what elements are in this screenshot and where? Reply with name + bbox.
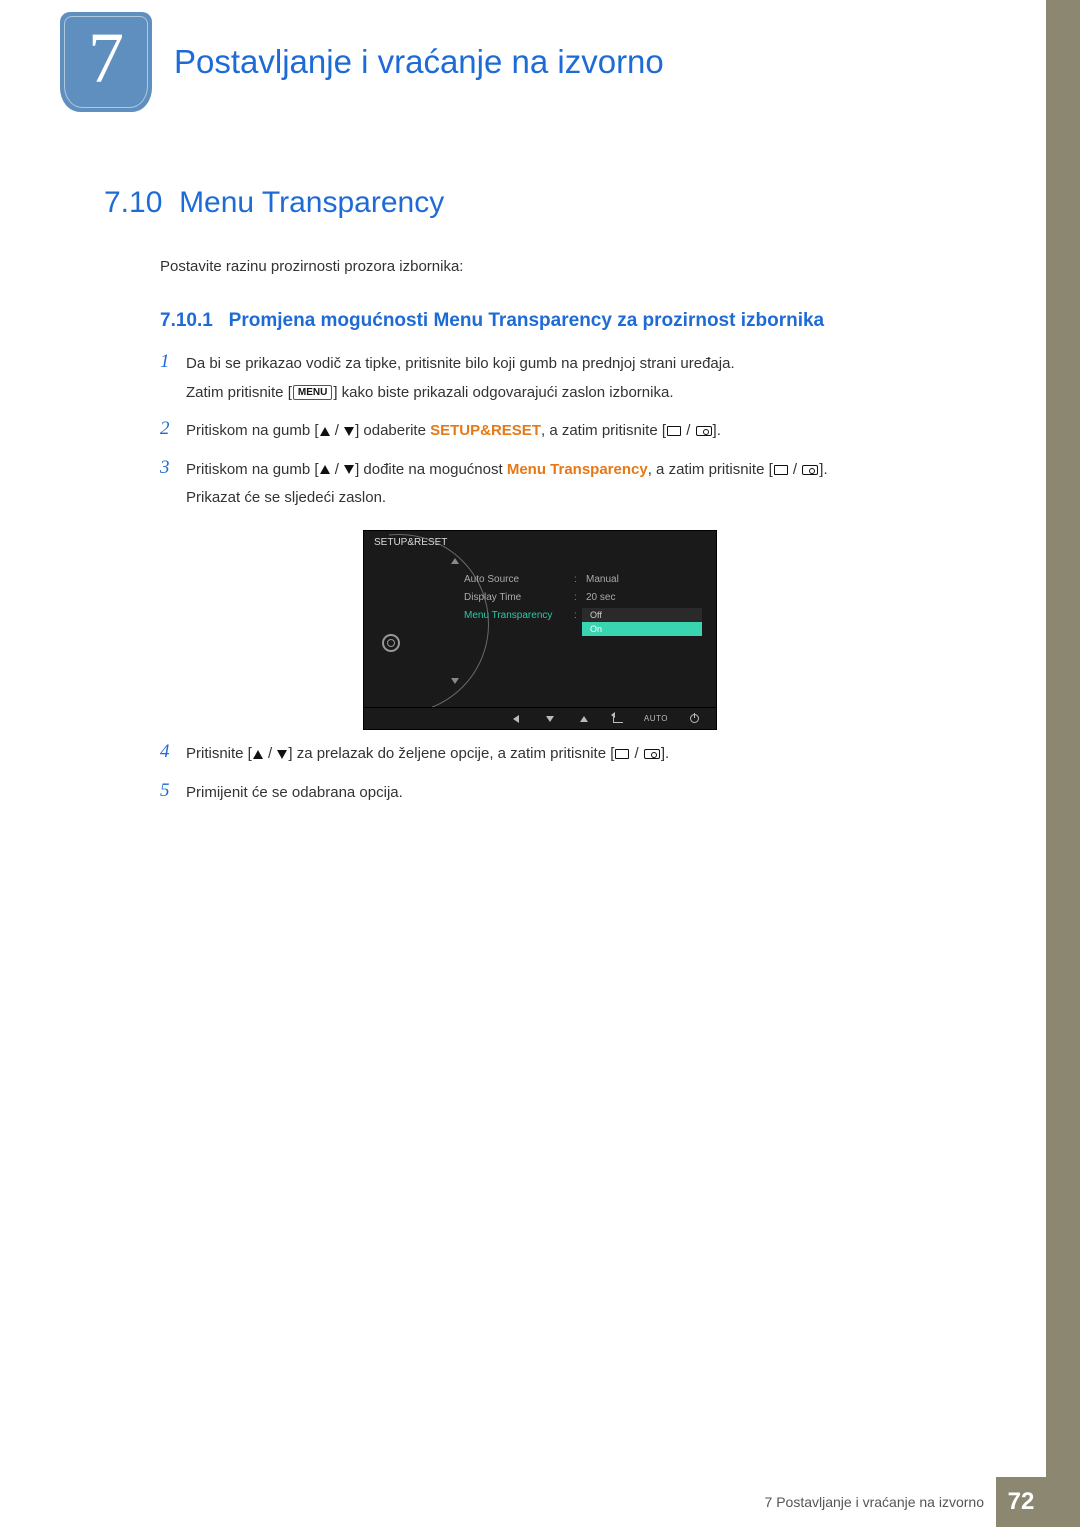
step1-line1: Da bi se prikazao vodič za tipke, pritis… — [186, 355, 735, 372]
intro-text: Postavite razinu prozirnosti prozora izb… — [160, 258, 463, 275]
step4-pre: Pritisnite [ — [186, 745, 252, 762]
osd-nav-down-icon — [451, 678, 459, 684]
up-arrow-icon — [320, 427, 330, 436]
power-icon — [686, 714, 702, 724]
step2-mid: ] odaberite — [355, 422, 430, 439]
step-4: 4 Pritisnite [ / ] za prelazak do željen… — [160, 740, 960, 769]
osd-body: Auto Source : Manual Display Time : 20 s… — [364, 552, 716, 702]
down-arrow-icon — [277, 750, 287, 759]
footer-chapter-ref: 7 Postavljanje i vraćanje na izvorno — [765, 1494, 984, 1510]
source-icon — [644, 749, 660, 759]
osd-footer: AUTO — [364, 707, 716, 729]
up-arrow-icon — [253, 750, 263, 759]
step1-line2-pre: Zatim pritisnite [ — [186, 384, 292, 401]
osd-dropdown: Off On — [582, 608, 702, 636]
page-footer: 7 Postavljanje i vraćanje na izvorno 72 — [0, 1477, 1046, 1527]
up-arrow-icon — [320, 465, 330, 474]
step2-pre: Pritiskom na gumb [ — [186, 422, 319, 439]
section-heading: 7.10 Menu Transparency — [104, 186, 444, 220]
chapter-title: Postavljanje i vraćanje na izvorno — [174, 43, 664, 81]
chapter-header: 7 Postavljanje i vraćanje na izvorno — [60, 12, 664, 112]
step3-mid: ] dođite na mogućnost — [355, 461, 507, 478]
step3-bold: Menu Transparency — [507, 461, 648, 478]
gear-icon — [382, 634, 400, 652]
display-icon — [774, 465, 788, 475]
steps-list-part1: 1 Da bi se prikazao vodič za tipke, prit… — [160, 350, 960, 523]
step2-post: , a zatim pritisnite [ — [541, 422, 666, 439]
osd-label: Menu Transparency — [464, 610, 574, 621]
step3-post: , a zatim pritisnite [ — [648, 461, 773, 478]
osd-auto-label: AUTO — [644, 714, 668, 723]
section-number: 7.10 — [104, 186, 162, 219]
osd-option-on: On — [582, 622, 702, 636]
display-icon — [615, 749, 629, 759]
osd-label: Auto Source — [464, 574, 574, 585]
step2-bold: SETUP&RESET — [430, 422, 541, 439]
step4-mid: ] za prelazak do željene opcije, a zatim… — [288, 745, 614, 762]
section-title: Menu Transparency — [179, 186, 444, 219]
osd-value: 20 sec — [586, 592, 615, 603]
osd-label: Display Time — [464, 592, 574, 603]
footer-page-number: 72 — [996, 1477, 1046, 1527]
source-icon — [802, 465, 818, 475]
osd-nav-up-icon — [451, 558, 459, 564]
step-5: 5 Primijenit će se odabrana opcija. — [160, 779, 960, 808]
step-3: 3 Pritiskom na gumb [ / ] dođite na mogu… — [160, 456, 960, 513]
osd-arc-decoration — [309, 534, 489, 714]
osd-value: Manual — [586, 574, 619, 585]
step-2: 2 Pritiskom na gumb [ / ] odaberite SETU… — [160, 417, 960, 446]
osd-row-auto-source: Auto Source : Manual — [464, 574, 704, 585]
subsection-heading: 7.10.1 Promjena mogućnosti Menu Transpar… — [160, 310, 824, 332]
step2-end: ]. — [713, 422, 721, 439]
osd-up-icon — [576, 714, 592, 724]
source-icon — [696, 426, 712, 436]
down-arrow-icon — [344, 465, 354, 474]
subsection-title: Promjena mogućnosti Menu Transparency za… — [229, 310, 824, 331]
osd-row-display-time: Display Time : 20 sec — [464, 592, 704, 603]
side-accent-bar — [1046, 0, 1080, 1527]
step3-pre: Pritiskom na gumb [ — [186, 461, 319, 478]
step-1: 1 Da bi se prikazao vodič za tipke, prit… — [160, 350, 960, 407]
menu-key-icon: MENU — [293, 385, 332, 400]
chapter-number: 7 — [88, 17, 124, 100]
osd-enter-icon — [610, 714, 626, 724]
subsection-number: 7.10.1 — [160, 310, 213, 331]
steps-list-part2: 4 Pritisnite [ / ] za prelazak do željen… — [160, 740, 960, 817]
osd-down-icon — [542, 714, 558, 724]
chapter-badge: 7 — [60, 12, 152, 112]
step3-end: ]. — [819, 461, 827, 478]
osd-back-icon — [508, 714, 524, 724]
step5-text: Primijenit će se odabrana opcija. — [186, 779, 403, 808]
step1-line2-post: ] kako biste prikazali odgovarajući zasl… — [333, 384, 673, 401]
down-arrow-icon — [344, 427, 354, 436]
step4-end: ]. — [661, 745, 669, 762]
osd-screenshot: SETUP&RESET Auto Source : Manual Display… — [363, 530, 717, 730]
step3-extra: Prikazat će se sljedeći zaslon. — [186, 489, 386, 506]
display-icon — [667, 426, 681, 436]
osd-option-off: Off — [582, 608, 702, 622]
